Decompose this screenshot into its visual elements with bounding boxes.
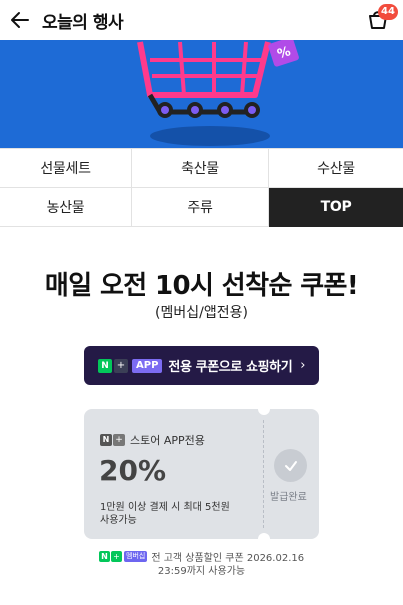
plus-icon: +	[111, 551, 122, 562]
category-gift-set[interactable]: 선물세트	[0, 149, 132, 188]
app-coupon-label: 전용 쿠폰으로 쇼핑하기	[168, 360, 293, 375]
naver-n-icon: N	[100, 434, 112, 446]
app-coupon-button[interactable]: N + APP 전용 쿠폰으로 쇼핑하기 ›	[84, 346, 319, 385]
category-agricultural[interactable]: 농산물	[0, 188, 132, 227]
category-grid: 선물세트 축산물 수산물 농산물 주류 TOP	[0, 148, 403, 227]
app-badge: APP	[132, 358, 163, 373]
coupon-discount: 20%	[99, 454, 167, 487]
coupon-notch-top	[258, 403, 270, 415]
cart-count-badge: 44	[378, 4, 398, 20]
membership-badge: 멤버십	[124, 551, 148, 562]
top-header: 오늘의 행사 44	[0, 0, 403, 40]
coupon-headline: 매일 오전 10시 선착순 쿠폰!	[44, 271, 359, 301]
coupon-subheadline: (멤버십/앱전용)	[155, 305, 248, 321]
shopping-cart-illustration: %	[0, 40, 403, 148]
coupon-notch-bottom	[258, 533, 270, 545]
category-seafood[interactable]: 수산물	[269, 149, 403, 188]
naver-n-icon: N	[99, 551, 110, 562]
coupon-status: 발급완료	[270, 492, 307, 503]
category-liquor[interactable]: 주류	[132, 188, 269, 227]
footnote-line2: 23:59까지 사용가능	[157, 566, 246, 577]
coupon-divider	[263, 420, 264, 528]
back-arrow-icon[interactable]	[8, 8, 32, 32]
plus-icon: +	[114, 358, 128, 373]
coupon-type-text: 스토어 APP전용	[130, 434, 205, 447]
page-title: 오늘의 행사	[42, 13, 124, 33]
plus-icon: +	[113, 434, 125, 446]
coupon-label: N + 스토어 APP전용	[100, 432, 205, 448]
naver-n-icon: N	[98, 358, 112, 373]
coupon-usable: 사용가능	[100, 515, 137, 526]
check-icon	[274, 449, 307, 482]
promo-banner[interactable]: %	[0, 40, 403, 148]
chevron-right-icon: ›	[300, 358, 306, 373]
category-top[interactable]: TOP	[269, 188, 403, 227]
category-livestock[interactable]: 축산물	[132, 149, 269, 188]
